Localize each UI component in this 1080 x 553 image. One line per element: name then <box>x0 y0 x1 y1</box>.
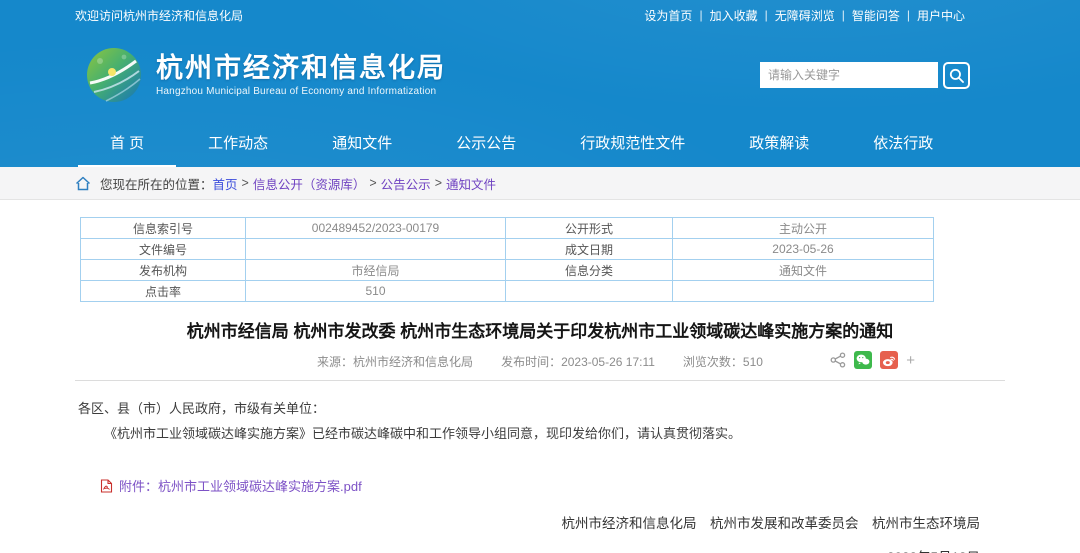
nav-item-regulatory-documents[interactable]: 行政规范性文件 <box>548 120 717 167</box>
header-main: 杭州市经济和信息化局 Hangzhou Municipal Bureau of … <box>0 30 1080 120</box>
breadcrumb-separator: > <box>242 176 249 190</box>
separator: | <box>699 8 702 22</box>
info-value <box>673 281 934 302</box>
more-share-icon[interactable]: + <box>906 353 915 368</box>
search-button[interactable] <box>943 62 970 89</box>
breadcrumb-notice-documents[interactable]: 通知文件 <box>446 174 496 193</box>
link-user-center[interactable]: 用户中心 <box>917 7 965 24</box>
breadcrumb-prefix: 您现在所在的位置： <box>100 174 213 193</box>
article-meta: 来源：杭州市经济和信息化局 发布时间：2023-05-26 17:11 浏览次数… <box>0 351 1080 371</box>
home-icon <box>75 176 91 191</box>
site-titles: 杭州市经济和信息化局 Hangzhou Municipal Bureau of … <box>156 53 446 97</box>
bureau-logo-icon <box>86 47 142 103</box>
table-row: 文件编号 成文日期 2023-05-26 <box>81 239 934 260</box>
search-input[interactable] <box>760 62 938 88</box>
link-accessibility[interactable]: 无障碍浏览 <box>775 7 835 24</box>
table-row: 信息索引号 002489452/2023-00179 公开形式 主动公开 <box>81 218 934 239</box>
info-value: 通知文件 <box>673 260 934 281</box>
meta-view-count: 浏览次数：510 <box>683 353 763 370</box>
nav-item-policy-interpretation[interactable]: 政策解读 <box>717 120 841 167</box>
main-navigation: 首 页 工作动态 通知文件 公示公告 行政规范性文件 政策解读 依法行政 <box>0 120 1080 167</box>
paragraph-salutation: 各区、县（市）人民政府，市级有关单位： <box>78 396 1002 421</box>
search-area <box>760 62 970 89</box>
info-value: 2023-05-26 <box>673 239 934 260</box>
separator: | <box>765 8 768 22</box>
meta-publish-time: 发布时间：2023-05-26 17:11 <box>501 353 655 370</box>
info-label: 信息索引号 <box>81 218 246 239</box>
attachment-label: 附件：杭州市工业领域碳达峰实施方案.pdf <box>119 476 362 495</box>
site-name-english: Hangzhou Municipal Bureau of Economy and… <box>156 86 446 97</box>
nav-item-lawful-administration[interactable]: 依法行政 <box>841 120 965 167</box>
issuing-agencies: 杭州市经济和信息化局 杭州市发展和改革委员会 杭州市生态环境局 <box>0 512 980 532</box>
nav-item-public-announcements[interactable]: 公示公告 <box>424 120 548 167</box>
welcome-text: 欢迎访问杭州市经济和信息化局 <box>75 7 243 24</box>
weibo-share-icon[interactable] <box>880 351 898 369</box>
breadcrumb-separator: > <box>369 176 376 190</box>
table-row: 发布机构 市经信局 信息分类 通知文件 <box>81 260 934 281</box>
link-smart-qa[interactable]: 智能问答 <box>852 7 900 24</box>
article-title: 杭州市经信局 杭州市发改委 杭州市生态环境局关于印发杭州市工业领域碳达峰实施方案… <box>75 317 1005 342</box>
document-date: 2023年5月18日 <box>0 546 980 553</box>
link-set-homepage[interactable]: 设为首页 <box>644 7 692 24</box>
document-info-table: 信息索引号 002489452/2023-00179 公开形式 主动公开 文件编… <box>80 217 934 302</box>
nav-item-home[interactable]: 首 页 <box>78 120 176 167</box>
nav-item-notice-documents[interactable]: 通知文件 <box>300 120 424 167</box>
link-add-favorite[interactable]: 加入收藏 <box>710 7 758 24</box>
info-value <box>246 239 506 260</box>
meta-source: 来源：杭州市经济和信息化局 <box>317 353 473 370</box>
share-icon[interactable] <box>830 352 846 368</box>
breadcrumb-info-disclosure[interactable]: 信息公开（资源库） <box>253 174 366 193</box>
wechat-share-icon[interactable] <box>854 351 872 369</box>
info-label: 发布机构 <box>81 260 246 281</box>
breadcrumb-separator: > <box>435 176 442 190</box>
site-logo[interactable]: 杭州市经济和信息化局 Hangzhou Municipal Bureau of … <box>86 47 446 103</box>
info-label: 点击率 <box>81 281 246 302</box>
info-label: 信息分类 <box>506 260 673 281</box>
breadcrumb-home[interactable]: 首页 <box>213 174 238 193</box>
breadcrumb-announcements[interactable]: 公告公示 <box>381 174 431 193</box>
top-utility-bar: 欢迎访问杭州市经济和信息化局 设为首页 | 加入收藏 | 无障碍浏览 | 智能问… <box>0 0 1080 30</box>
paragraph-main: 《杭州市工业领域碳达峰实施方案》已经市碳达峰碳中和工作领导小组同意，现印发给你们… <box>78 421 1002 446</box>
breadcrumb: 您现在所在的位置： 首页 > 信息公开（资源库） > 公告公示 > 通知文件 <box>0 167 1080 200</box>
content-divider <box>75 380 1005 381</box>
pdf-icon <box>100 479 113 493</box>
separator: | <box>842 8 845 22</box>
info-value: 主动公开 <box>673 218 934 239</box>
attachment-link[interactable]: 附件：杭州市工业领域碳达峰实施方案.pdf <box>100 476 362 495</box>
site-header: 欢迎访问杭州市经济和信息化局 设为首页 | 加入收藏 | 无障碍浏览 | 智能问… <box>0 0 1080 167</box>
info-label: 公开形式 <box>506 218 673 239</box>
info-label <box>506 281 673 302</box>
info-value: 002489452/2023-00179 <box>246 218 506 239</box>
utility-links: 设为首页 | 加入收藏 | 无障碍浏览 | 智能问答 | 用户中心 <box>644 7 965 24</box>
search-icon <box>949 68 964 83</box>
info-value: 市经信局 <box>246 260 506 281</box>
separator: | <box>907 8 910 22</box>
share-buttons: + <box>830 351 915 369</box>
nav-item-work-updates[interactable]: 工作动态 <box>176 120 300 167</box>
info-value: 510 <box>246 281 506 302</box>
info-label: 成文日期 <box>506 239 673 260</box>
table-row: 点击率 510 <box>81 281 934 302</box>
article-body: 各区、县（市）人民政府，市级有关单位： 《杭州市工业领域碳达峰实施方案》已经市碳… <box>78 396 1002 446</box>
site-name: 杭州市经济和信息化局 <box>156 53 446 83</box>
info-label: 文件编号 <box>81 239 246 260</box>
